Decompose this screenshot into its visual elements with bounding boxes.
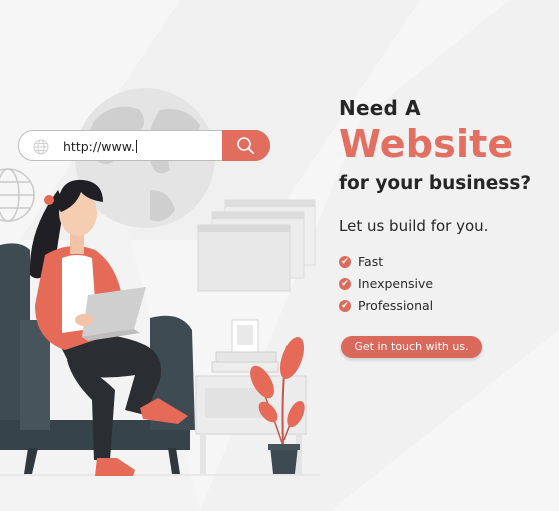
check-icon: ✔: [339, 277, 351, 290]
search-icon: [237, 137, 254, 154]
feature-label: Professional: [358, 298, 434, 313]
feature-label: Inexpensive: [358, 276, 434, 291]
feature-item: ✔ Fast: [339, 254, 383, 269]
check-icon: ✔: [339, 255, 351, 268]
headline-line-1: Need A: [339, 96, 421, 120]
check-icon: ✔: [339, 299, 351, 312]
url-text: http://www.: [63, 139, 137, 154]
headline-line-3: for your business?: [339, 173, 532, 194]
feature-item: ✔ Professional: [339, 298, 433, 313]
illustration: [0, 88, 320, 476]
search-button[interactable]: [222, 130, 270, 161]
globe-icon: [33, 139, 49, 155]
text-caret: [135, 140, 137, 153]
url-bar: http://www.: [18, 130, 270, 161]
feature-item: ✔ Inexpensive: [339, 276, 433, 291]
globe-outline: [0, 168, 35, 222]
headline-website: Website: [339, 122, 514, 166]
browser-windows: [197, 199, 316, 292]
ad-banner: http://www. Need A Website for your busi…: [0, 0, 559, 511]
feature-label: Fast: [358, 254, 384, 269]
subheading: Let us build for you.: [339, 217, 489, 235]
contact-button[interactable]: Get in touch with us.: [341, 336, 482, 358]
